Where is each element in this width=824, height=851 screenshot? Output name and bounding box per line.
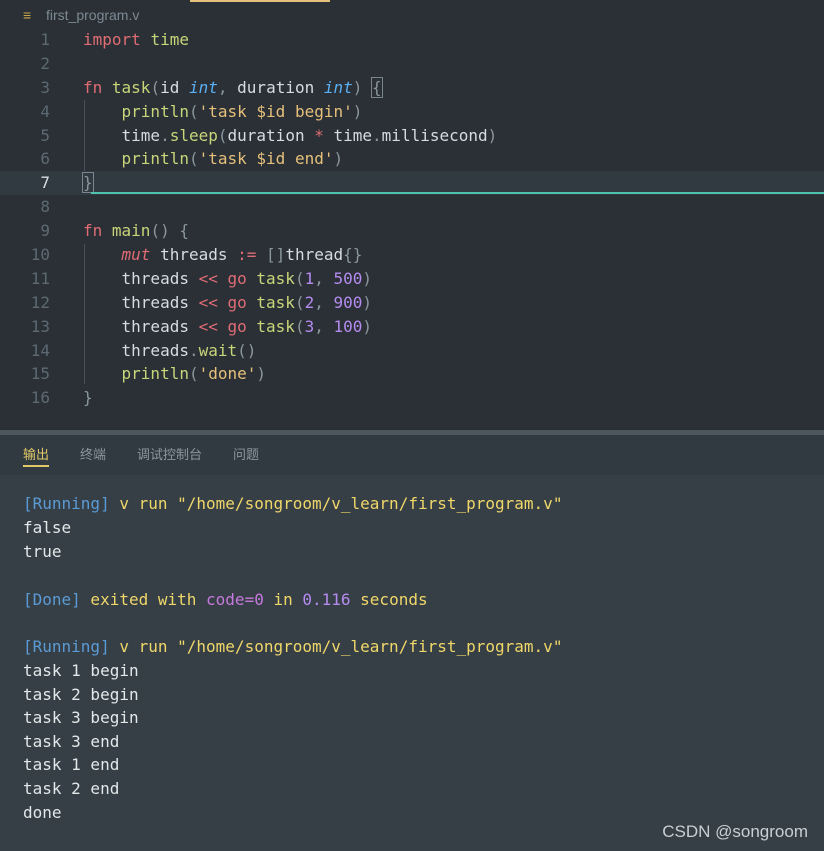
- code-line[interactable]: 4 println('task $id begin'): [0, 100, 824, 124]
- output-line: task 2 end: [23, 779, 120, 798]
- output-panel[interactable]: [Running] v run "/home/songroom/v_learn/…: [0, 476, 824, 851]
- active-line-underline: [91, 192, 824, 194]
- code-line[interactable]: 1 import time: [0, 28, 824, 52]
- line-number: 6: [40, 149, 50, 169]
- output-line: true: [23, 542, 62, 561]
- hamburger-icon[interactable]: ≡: [23, 7, 37, 23]
- line-number: 7: [40, 173, 50, 193]
- code-line[interactable]: 14 threads.wait(): [0, 339, 824, 363]
- output-run-line: [Running] v run "/home/songroom/v_learn/…: [23, 637, 563, 656]
- output-line: task 3 end: [23, 732, 120, 751]
- output-line: false: [23, 518, 72, 537]
- line-number: 15: [30, 364, 50, 384]
- code-line[interactable]: 5 time.sleep(duration * time.millisecond…: [0, 124, 824, 148]
- tab-problems[interactable]: 问题: [233, 435, 259, 475]
- line-number: 1: [40, 30, 50, 49]
- line-number: 5: [40, 125, 50, 145]
- line-number: 13: [30, 316, 50, 336]
- output-done-line: [Done] exited with code=0 in 0.116 secon…: [23, 590, 428, 609]
- line-number: 12: [30, 292, 50, 312]
- code-area[interactable]: 1 import time 2 3 fn task(id int, duration…: [0, 28, 824, 410]
- line-number: 16: [30, 388, 50, 408]
- breadcrumb[interactable]: ≡ first_program.v: [0, 4, 139, 26]
- output-line: task 2 begin: [23, 685, 139, 704]
- file-name[interactable]: first_program.v: [46, 7, 139, 23]
- tab-debug-console[interactable]: 调试控制台: [137, 435, 202, 475]
- output-line: done: [23, 803, 62, 822]
- line-number: 8: [40, 197, 50, 217]
- tab-terminal[interactable]: 终端: [80, 435, 106, 475]
- code-line[interactable]: 15 println('done'): [0, 362, 824, 386]
- watermark: CSDN @songroom: [662, 822, 808, 841]
- line-number: 14: [30, 340, 50, 360]
- line-number: 3: [40, 77, 50, 97]
- tab-active-indicator: [190, 0, 330, 2]
- code-line[interactable]: 6 println('task $id end'): [0, 147, 824, 171]
- code-line[interactable]: 13 threads << go task(3, 100): [0, 315, 824, 339]
- output-line: task 1 begin: [23, 661, 139, 680]
- code-line[interactable]: 3 fn task(id int, duration int) {: [0, 76, 824, 100]
- code-line[interactable]: 10 mut threads := []thread{}: [0, 243, 824, 267]
- code-line[interactable]: 2: [0, 52, 824, 76]
- line-number: 9: [40, 221, 50, 241]
- line-number: 10: [30, 245, 50, 265]
- code-line[interactable]: 16}: [0, 386, 824, 410]
- output-run-line: [Running] v run "/home/songroom/v_learn/…: [23, 494, 563, 513]
- code-line[interactable]: 9 fn main() {: [0, 219, 824, 243]
- panel-tab-bar: 输出 终端 调试控制台 问题: [0, 435, 824, 475]
- output-line: task 1 end: [23, 755, 120, 774]
- line-number: 11: [30, 268, 50, 288]
- output-line: task 3 begin: [23, 708, 139, 727]
- line-number: 2: [40, 53, 50, 73]
- code-line[interactable]: 12 threads << go task(2, 900): [0, 291, 824, 315]
- code-line[interactable]: 11 threads << go task(1, 500): [0, 267, 824, 291]
- code-editor[interactable]: ≡ first_program.v 1 import time 2 3 fn tas…: [0, 0, 824, 430]
- line-number: 4: [40, 101, 50, 121]
- code-line[interactable]: 8: [0, 195, 824, 219]
- tab-output[interactable]: 输出: [23, 435, 50, 475]
